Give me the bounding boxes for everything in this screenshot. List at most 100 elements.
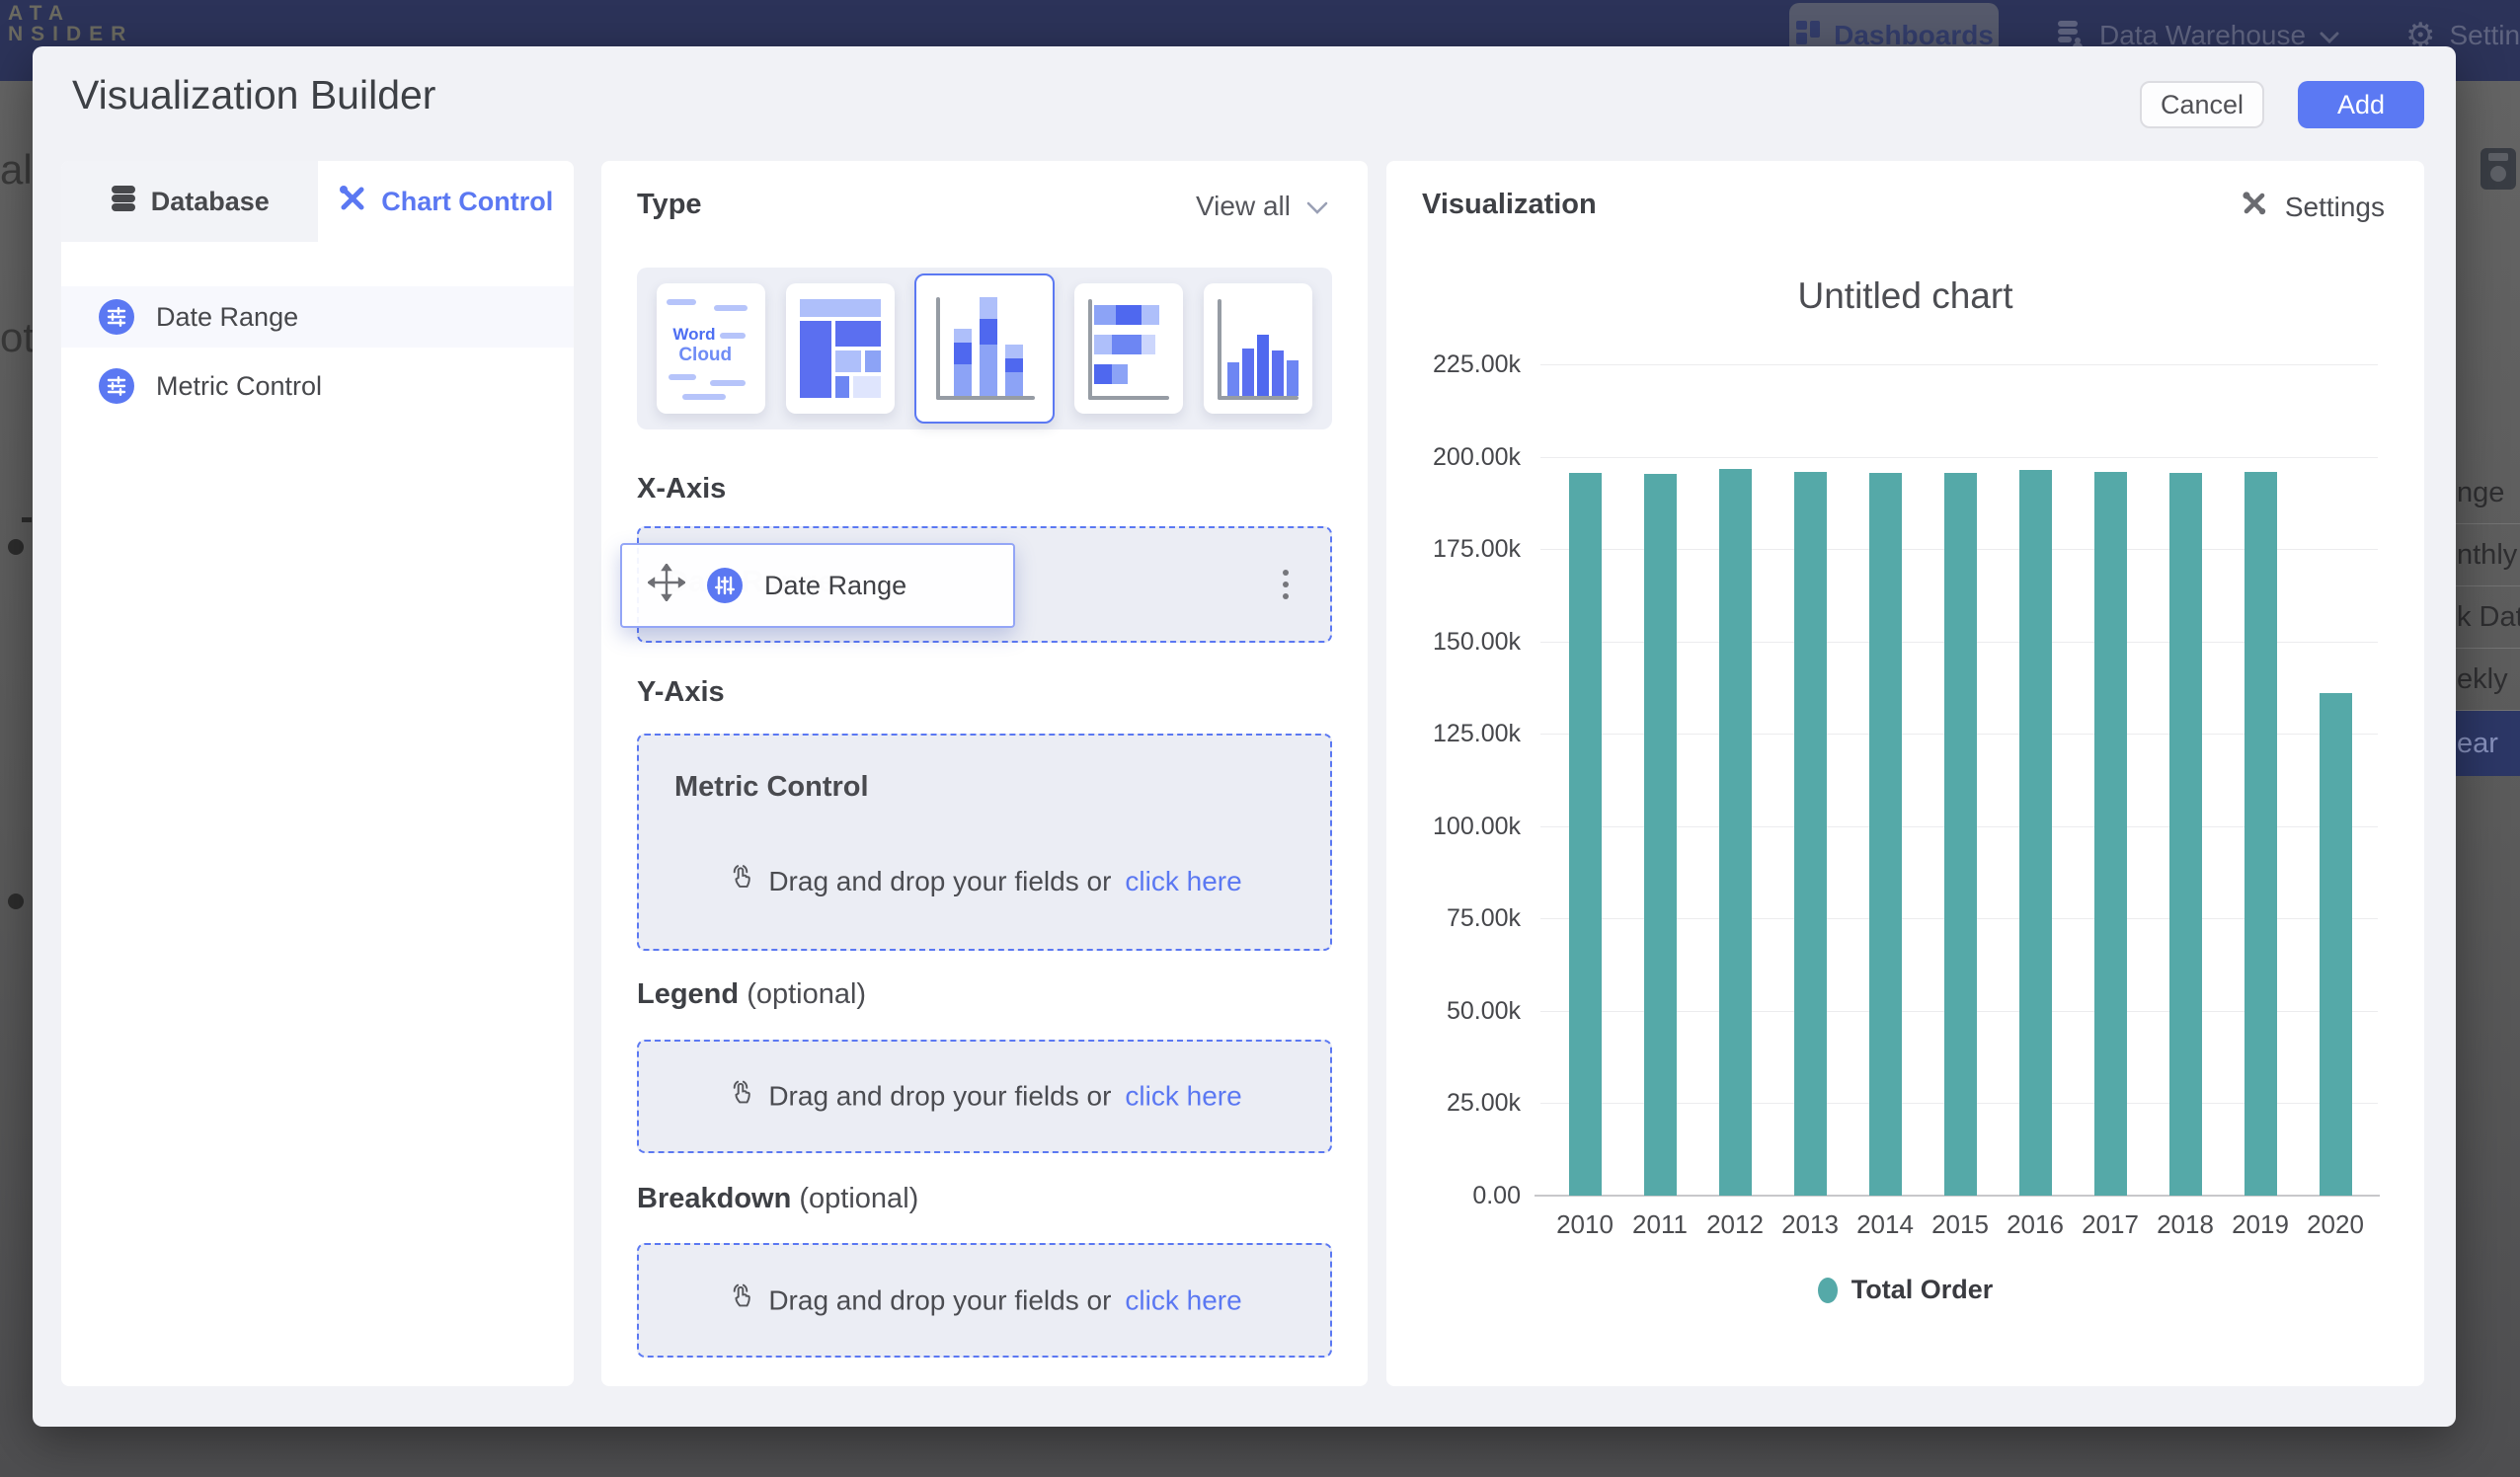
bar-2016 <box>2019 470 2052 1196</box>
optional-label: (optional) <box>799 1183 918 1214</box>
chart-type-horizontal-bar[interactable] <box>1074 283 1183 414</box>
legend-heading: Legend (optional) <box>637 978 866 1011</box>
bar-2013 <box>1794 472 1827 1196</box>
y-axis-dropzone[interactable]: Metric Control Drag and drop your fields… <box>637 734 1332 951</box>
treemap-block <box>835 350 861 372</box>
settings-label: Settings <box>2285 192 2385 223</box>
visualization-panel: Visualization Settings Untitled chart To <box>1386 161 2424 1386</box>
mini-bars <box>1227 335 1299 396</box>
tap-icon <box>727 1077 754 1116</box>
x-axis-tick-label: 2020 <box>2291 1209 2380 1240</box>
word-cloud-word: Word <box>672 325 715 345</box>
view-all-dropdown[interactable]: View all <box>1196 191 1328 222</box>
kebab-menu-icon[interactable] <box>1283 570 1289 599</box>
chevron-down-icon <box>1306 191 1328 222</box>
add-button[interactable]: Add <box>2298 81 2424 128</box>
bar-2010 <box>1569 473 1602 1196</box>
mini-x-axis <box>1088 396 1169 400</box>
mini-x-axis <box>1218 396 1299 400</box>
click-here-link[interactable]: click here <box>1125 1081 1241 1113</box>
legend-dropzone[interactable]: Drag and drop your fields or click here <box>637 1040 1332 1153</box>
y-axis-tick-label: 200.00k <box>1400 443 1521 472</box>
y-axis-heading: Y-Axis <box>637 676 725 709</box>
word-cloud-word: Cloud <box>678 345 732 366</box>
field-label: Metric Control <box>156 371 322 402</box>
background-dropdown-item: nge <box>2449 462 2520 524</box>
drop-hint-text: Drag and drop your fields or <box>768 1081 1111 1113</box>
mini-bar <box>1094 335 1155 354</box>
treemap-block <box>835 321 881 347</box>
field-item-date-range[interactable]: Date Range <box>61 286 574 348</box>
word-cloud-decoration <box>714 305 748 311</box>
logo-line-2: NSIDER <box>8 24 133 44</box>
chart-type-column[interactable] <box>1204 283 1312 414</box>
treemap-block <box>835 376 849 398</box>
chart-gridline <box>1540 364 2378 365</box>
y-axis-tick-label: 175.00k <box>1400 535 1521 564</box>
mini-bar <box>1005 345 1023 396</box>
legend-series-label: Total Order <box>1851 1275 1994 1305</box>
y-axis-tick-label: 125.00k <box>1400 720 1521 748</box>
dragged-field-chip[interactable]: Date Range <box>620 543 1015 628</box>
sliders-icon <box>99 299 134 335</box>
tab-chart-control[interactable]: Chart Control <box>318 161 575 242</box>
bar-2014 <box>1869 473 1902 1196</box>
cancel-button[interactable]: Cancel <box>2140 81 2264 128</box>
mini-x-axis <box>936 396 1035 400</box>
fields-panel: Database Chart Control <box>61 161 574 1386</box>
mini-bar <box>1094 305 1159 325</box>
field-item-metric-control[interactable]: Metric Control <box>61 355 574 417</box>
sliders-icon <box>707 568 743 603</box>
y-axis-tick-label: 100.00k <box>1400 813 1521 841</box>
tab-label: Database <box>151 187 270 217</box>
bar-2017 <box>2094 472 2127 1196</box>
bar-2019 <box>2244 472 2277 1196</box>
treemap-block <box>853 376 881 398</box>
breakdown-dropzone[interactable]: Drag and drop your fields or click here <box>637 1243 1332 1358</box>
legend-heading-label: Legend <box>637 978 739 1010</box>
background-dropdown-item: ekly <box>2449 649 2520 711</box>
word-cloud-decoration <box>710 380 746 386</box>
optional-label: (optional) <box>747 978 866 1010</box>
word-cloud-decoration <box>669 374 696 380</box>
app-logo: ATA NSIDER <box>8 3 133 44</box>
treemap-block <box>865 350 881 372</box>
drop-hint-text: Drag and drop your fields or <box>768 866 1111 897</box>
type-heading: Type <box>637 189 702 221</box>
x-axis-heading: X-Axis <box>637 473 726 505</box>
word-cloud-decoration <box>682 394 726 400</box>
modal-title: Visualization Builder <box>72 72 435 118</box>
breakdown-heading-label: Breakdown <box>637 1183 791 1214</box>
chart-type-word-cloud[interactable]: Word Cloud <box>657 283 765 414</box>
visualization-heading: Visualization <box>1422 189 1597 221</box>
chart-legend: Total Order <box>1386 1275 2424 1305</box>
y-axis-tick-label: 150.00k <box>1400 628 1521 657</box>
click-here-link[interactable]: click here <box>1125 1284 1241 1316</box>
save-icon <box>2481 148 2516 194</box>
bar-2011 <box>1644 474 1677 1196</box>
nav-item-label: Settings <box>2449 20 2520 51</box>
drop-hint-text: Drag and drop your fields or <box>768 1284 1111 1316</box>
tap-icon <box>727 1282 754 1320</box>
tab-label: Chart Control <box>381 187 553 217</box>
settings-button[interactable]: Settings <box>2240 189 2385 225</box>
mini-y-axis <box>936 297 940 400</box>
background-dropdown-list: ngenthlyk Dateeklyear <box>2449 462 2520 776</box>
chart-type-strip: Word Cloud <box>637 268 1332 429</box>
chart-type-stacked-column[interactable] <box>914 273 1055 424</box>
chart-type-treemap[interactable] <box>786 283 895 414</box>
word-cloud-decoration <box>720 333 746 339</box>
tools-icon <box>2240 189 2269 225</box>
tap-icon <box>727 862 754 900</box>
panel-tabs: Database Chart Control <box>61 161 574 242</box>
click-here-link[interactable]: click here <box>1125 866 1241 897</box>
word-cloud-decoration <box>667 299 696 305</box>
y-axis-tick-label: 0.00 <box>1400 1182 1521 1210</box>
visualization-builder-modal: Visualization Builder Cancel Add Databas… <box>33 46 2456 1427</box>
dropzone-title: Metric Control <box>674 771 869 804</box>
breakdown-heading: Breakdown (optional) <box>637 1183 918 1215</box>
tab-database[interactable]: Database <box>61 161 318 242</box>
builder-panel: Type View all Word Cloud <box>601 161 1368 1386</box>
field-label: Date Range <box>156 302 298 333</box>
background-dash <box>22 517 32 522</box>
